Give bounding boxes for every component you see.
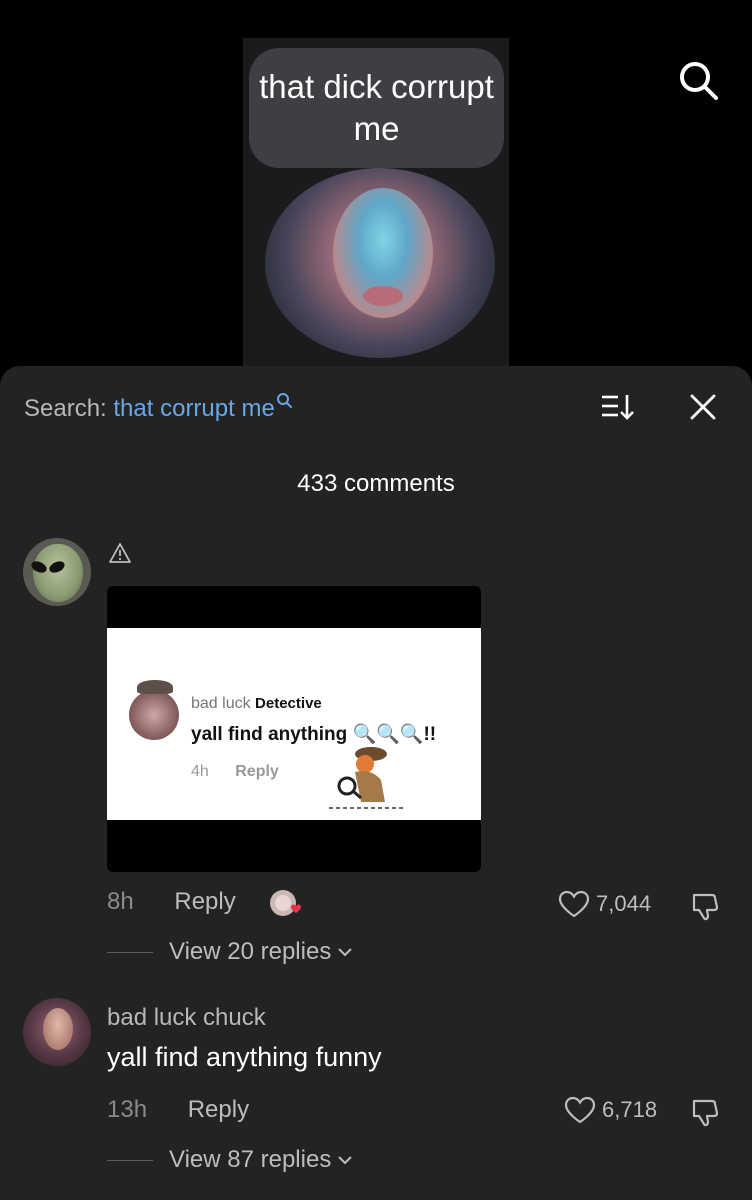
detective-sticker-icon xyxy=(329,747,405,809)
warning-icon[interactable] xyxy=(108,542,132,564)
like-button[interactable]: 6,718 xyxy=(564,1096,657,1124)
like-count: 6,718 xyxy=(602,1097,658,1122)
comment-text: yall find anything funny xyxy=(107,1042,382,1072)
sort-icon[interactable] xyxy=(600,392,636,422)
video-overlay-text: that dick corrupt me xyxy=(249,48,504,168)
media-avatar xyxy=(129,690,179,740)
dislike-icon[interactable] xyxy=(690,1098,720,1128)
comments-sheet: Search: that corrupt me 433 comments bad… xyxy=(0,366,752,1200)
avatar[interactable] xyxy=(23,998,91,1066)
divider xyxy=(107,951,153,953)
comment-search-bar[interactable]: Search: that corrupt me xyxy=(24,392,294,423)
close-icon[interactable] xyxy=(688,392,718,422)
view-replies-button[interactable]: View 87 replies xyxy=(107,1146,353,1174)
comment-time: 8h xyxy=(107,888,134,915)
creator-liked-badge-icon xyxy=(270,890,301,916)
heart-icon xyxy=(564,1096,596,1124)
comment-meta: 8h Reply xyxy=(107,888,236,916)
heart-icon xyxy=(558,890,590,918)
dislike-icon[interactable] xyxy=(690,892,720,922)
view-replies-label: View 87 replies xyxy=(169,1146,332,1173)
comment-count: 433 comments xyxy=(297,470,455,497)
video-thumbnail[interactable]: that dick corrupt me xyxy=(243,38,509,368)
view-replies-label: View 20 replies xyxy=(169,938,332,965)
comment-author[interactable]: bad luck chuck xyxy=(107,1004,266,1032)
divider xyxy=(107,1159,153,1161)
chevron-down-icon xyxy=(338,948,353,957)
search-label: Search: xyxy=(24,395,107,422)
reply-button[interactable]: Reply xyxy=(174,888,235,915)
like-count: 7,044 xyxy=(596,891,652,916)
video-portrait xyxy=(265,168,495,358)
media-author: bad luck Detective xyxy=(191,695,322,712)
like-button[interactable]: 7,044 xyxy=(558,890,651,918)
search-query-icon xyxy=(276,393,292,408)
media-screenshot: bad luck Detective yall find anything 🔍🔍… xyxy=(107,628,481,820)
avatar[interactable] xyxy=(23,538,91,606)
search-query-link[interactable]: that corrupt me xyxy=(113,395,274,422)
media-meta: 4h Reply xyxy=(191,763,279,780)
chevron-down-icon xyxy=(338,1156,353,1165)
attached-media[interactable]: bad luck Detective yall find anything 🔍🔍… xyxy=(107,586,481,872)
hat-icon xyxy=(137,680,173,694)
search-icon[interactable] xyxy=(676,58,720,102)
comment-meta: 13h Reply xyxy=(107,1096,249,1124)
reply-button[interactable]: Reply xyxy=(188,1096,249,1123)
comment-time: 13h xyxy=(107,1096,148,1123)
view-replies-button[interactable]: View 20 replies xyxy=(107,938,353,966)
